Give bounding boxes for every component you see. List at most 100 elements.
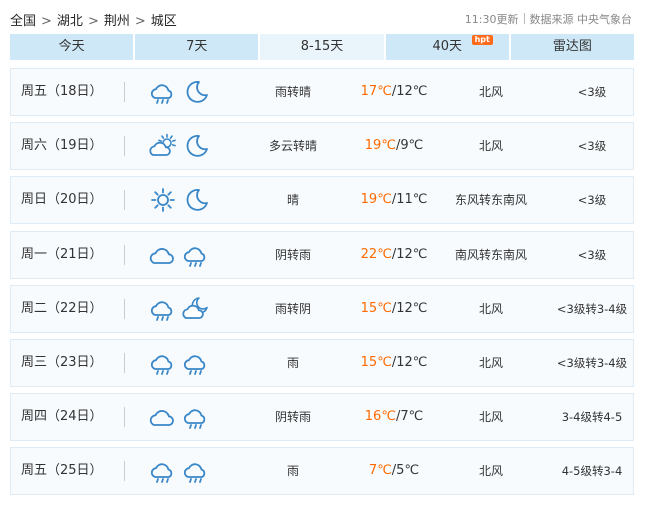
low-temp: /12℃	[391, 300, 428, 316]
temperature: 19℃/11℃	[339, 177, 449, 223]
rain-cloud-icon	[183, 242, 209, 268]
rain-cloud-icon	[150, 458, 176, 484]
temperature: 19℃/9℃	[339, 123, 449, 169]
wind-direction: 北风	[478, 410, 503, 425]
breadcrumb-item-city[interactable]: 荆州	[104, 14, 130, 29]
weather-description: 阴转雨	[274, 247, 311, 262]
divider	[124, 82, 125, 102]
high-temp: 22℃	[360, 246, 392, 262]
forecast-list: 周五（18日） 雨转晴 17℃/12℃ 北风 <3级 周六（19日） 多云转晴 19℃/9℃ 北…	[10, 68, 634, 502]
tab-radar[interactable]: 雷达图	[510, 34, 635, 60]
weather-description: 雨	[286, 464, 299, 479]
moon-icon	[183, 79, 209, 105]
wind-direction: 北风	[478, 85, 503, 99]
day-label: 周五（25日）	[21, 463, 103, 479]
sun-icon	[150, 187, 176, 213]
high-temp: 7℃	[368, 463, 392, 479]
low-temp: /11℃	[391, 192, 428, 208]
forecast-row: 周日（20日） 晴 19℃/11℃ 东风转东南风 <3级	[10, 176, 634, 225]
top-bar: 全国 > 湖北 > 荆州 > 城区 11:30更新 数据来源 中央气象台	[0, 0, 646, 34]
forecast-row: 周五（18日） 雨转晴 17℃/12℃ 北风 <3级	[10, 68, 634, 116]
temperature: 16℃/7℃	[339, 394, 449, 440]
weather-description: 多云转晴	[268, 139, 317, 154]
data-source: 数据来源 中央气象台	[529, 13, 633, 26]
divider	[124, 352, 125, 373]
divider	[124, 298, 125, 319]
high-temp: 19℃	[360, 192, 392, 208]
weather-description: 雨	[286, 355, 299, 370]
forecast-row: 周四（24日） 阴转雨 16℃/7℃ 北风 3-4级转4-5	[10, 393, 634, 442]
update-time: 11:30更新	[464, 13, 519, 26]
rain-cloud-icon	[183, 404, 209, 430]
wind-level: <3级	[577, 193, 607, 208]
high-temp: 15℃	[360, 354, 392, 370]
forecast-row: 周一（21日） 阴转雨 22℃/12℃ 南风转东南风 <3级	[10, 230, 634, 279]
breadcrumb-separator: >	[87, 14, 99, 29]
wind-level: 3-4级转4-5	[561, 410, 623, 425]
wind-level: <3级	[577, 139, 607, 154]
update-info: 11:30更新 数据来源 中央气象台	[465, 11, 632, 27]
tab-8-15-days[interactable]: 8-15天	[260, 34, 384, 60]
forecast-row: 周二（22日） 雨转阴 15℃/12℃ 北风 <3级转3-4级	[10, 284, 634, 333]
forecast-tabs: 今天 7天 8-15天 40天 hpt 雷达图	[10, 34, 635, 60]
day-label: 周日（20日）	[21, 192, 103, 208]
weather-description: 雨转阴	[274, 301, 311, 316]
high-temp: 15℃	[360, 300, 392, 316]
wind-level: 4-5级转3-4	[561, 464, 623, 479]
cloud-icon	[149, 404, 176, 430]
low-temp: /7℃	[395, 409, 424, 425]
hot-badge: hpt	[471, 35, 493, 45]
breadcrumb-separator: >	[134, 14, 146, 29]
low-temp: /9℃	[395, 138, 424, 154]
divider	[124, 461, 125, 482]
temperature: 17℃/12℃	[339, 69, 449, 115]
weather-description: 阴转雨	[274, 410, 311, 425]
tab-today[interactable]: 今天	[10, 34, 134, 60]
breadcrumb-item-district: 城区	[150, 14, 177, 29]
rain-cloud-icon	[150, 79, 176, 105]
forecast-row: 周六（19日） 多云转晴 19℃/9℃ 北风 <3级	[10, 122, 634, 171]
forecast-row: 周五（25日） 雨 7℃/5℃ 北风 4-5级转3-4	[10, 447, 634, 496]
wind-direction: 东风转东南风	[454, 193, 527, 208]
divider	[523, 13, 525, 24]
low-temp: /12℃	[391, 84, 428, 99]
rain-cloud-icon	[150, 296, 176, 322]
wind-level: <3级	[577, 85, 607, 99]
wind-direction: 北风	[478, 464, 503, 479]
breadcrumb-item-province[interactable]: 湖北	[57, 14, 83, 29]
low-temp: /5℃	[391, 463, 420, 479]
wind-direction: 北风	[478, 301, 503, 316]
wind-level: <3级转3-4级	[556, 355, 628, 370]
cloud-icon	[149, 242, 176, 268]
moon-icon	[183, 187, 209, 213]
rain-cloud-icon	[183, 458, 209, 484]
high-temp: 19℃	[364, 138, 396, 154]
day-label: 周一（21日）	[21, 246, 103, 262]
moon-cloud-icon	[182, 296, 209, 322]
low-temp: /12℃	[391, 246, 428, 262]
weather-description: 晴	[286, 193, 299, 208]
breadcrumb: 全国 > 湖北 > 荆州 > 城区	[10, 10, 177, 29]
wind-direction: 北风	[478, 139, 503, 154]
divider	[124, 244, 125, 265]
day-label: 周二（22日）	[21, 300, 103, 316]
day-label: 周三（23日）	[21, 354, 103, 370]
rain-cloud-icon	[183, 350, 209, 376]
low-temp: /12℃	[391, 354, 428, 370]
high-temp: 17℃	[360, 84, 392, 99]
wind-level: <3级	[577, 247, 607, 262]
rain-cloud-icon	[150, 350, 176, 376]
weather-description: 雨转晴	[274, 85, 311, 99]
wind-level: <3级转3-4级	[556, 301, 628, 316]
temperature: 15℃/12℃	[339, 340, 449, 386]
temperature: 15℃/12℃	[339, 286, 449, 332]
tab-7-days[interactable]: 7天	[135, 34, 259, 60]
tab-40-days[interactable]: 40天 hpt	[385, 34, 509, 60]
temperature: 7℃/5℃	[339, 448, 449, 494]
day-label: 周五（18日）	[21, 84, 103, 99]
breadcrumb-item-country[interactable]: 全国	[10, 14, 36, 29]
temperature: 22℃/12℃	[339, 232, 449, 278]
forecast-row: 周三（23日） 雨 15℃/12℃ 北风 <3级转3-4级	[10, 338, 634, 387]
divider	[124, 407, 125, 428]
wind-direction: 南风转东南风	[454, 247, 527, 262]
